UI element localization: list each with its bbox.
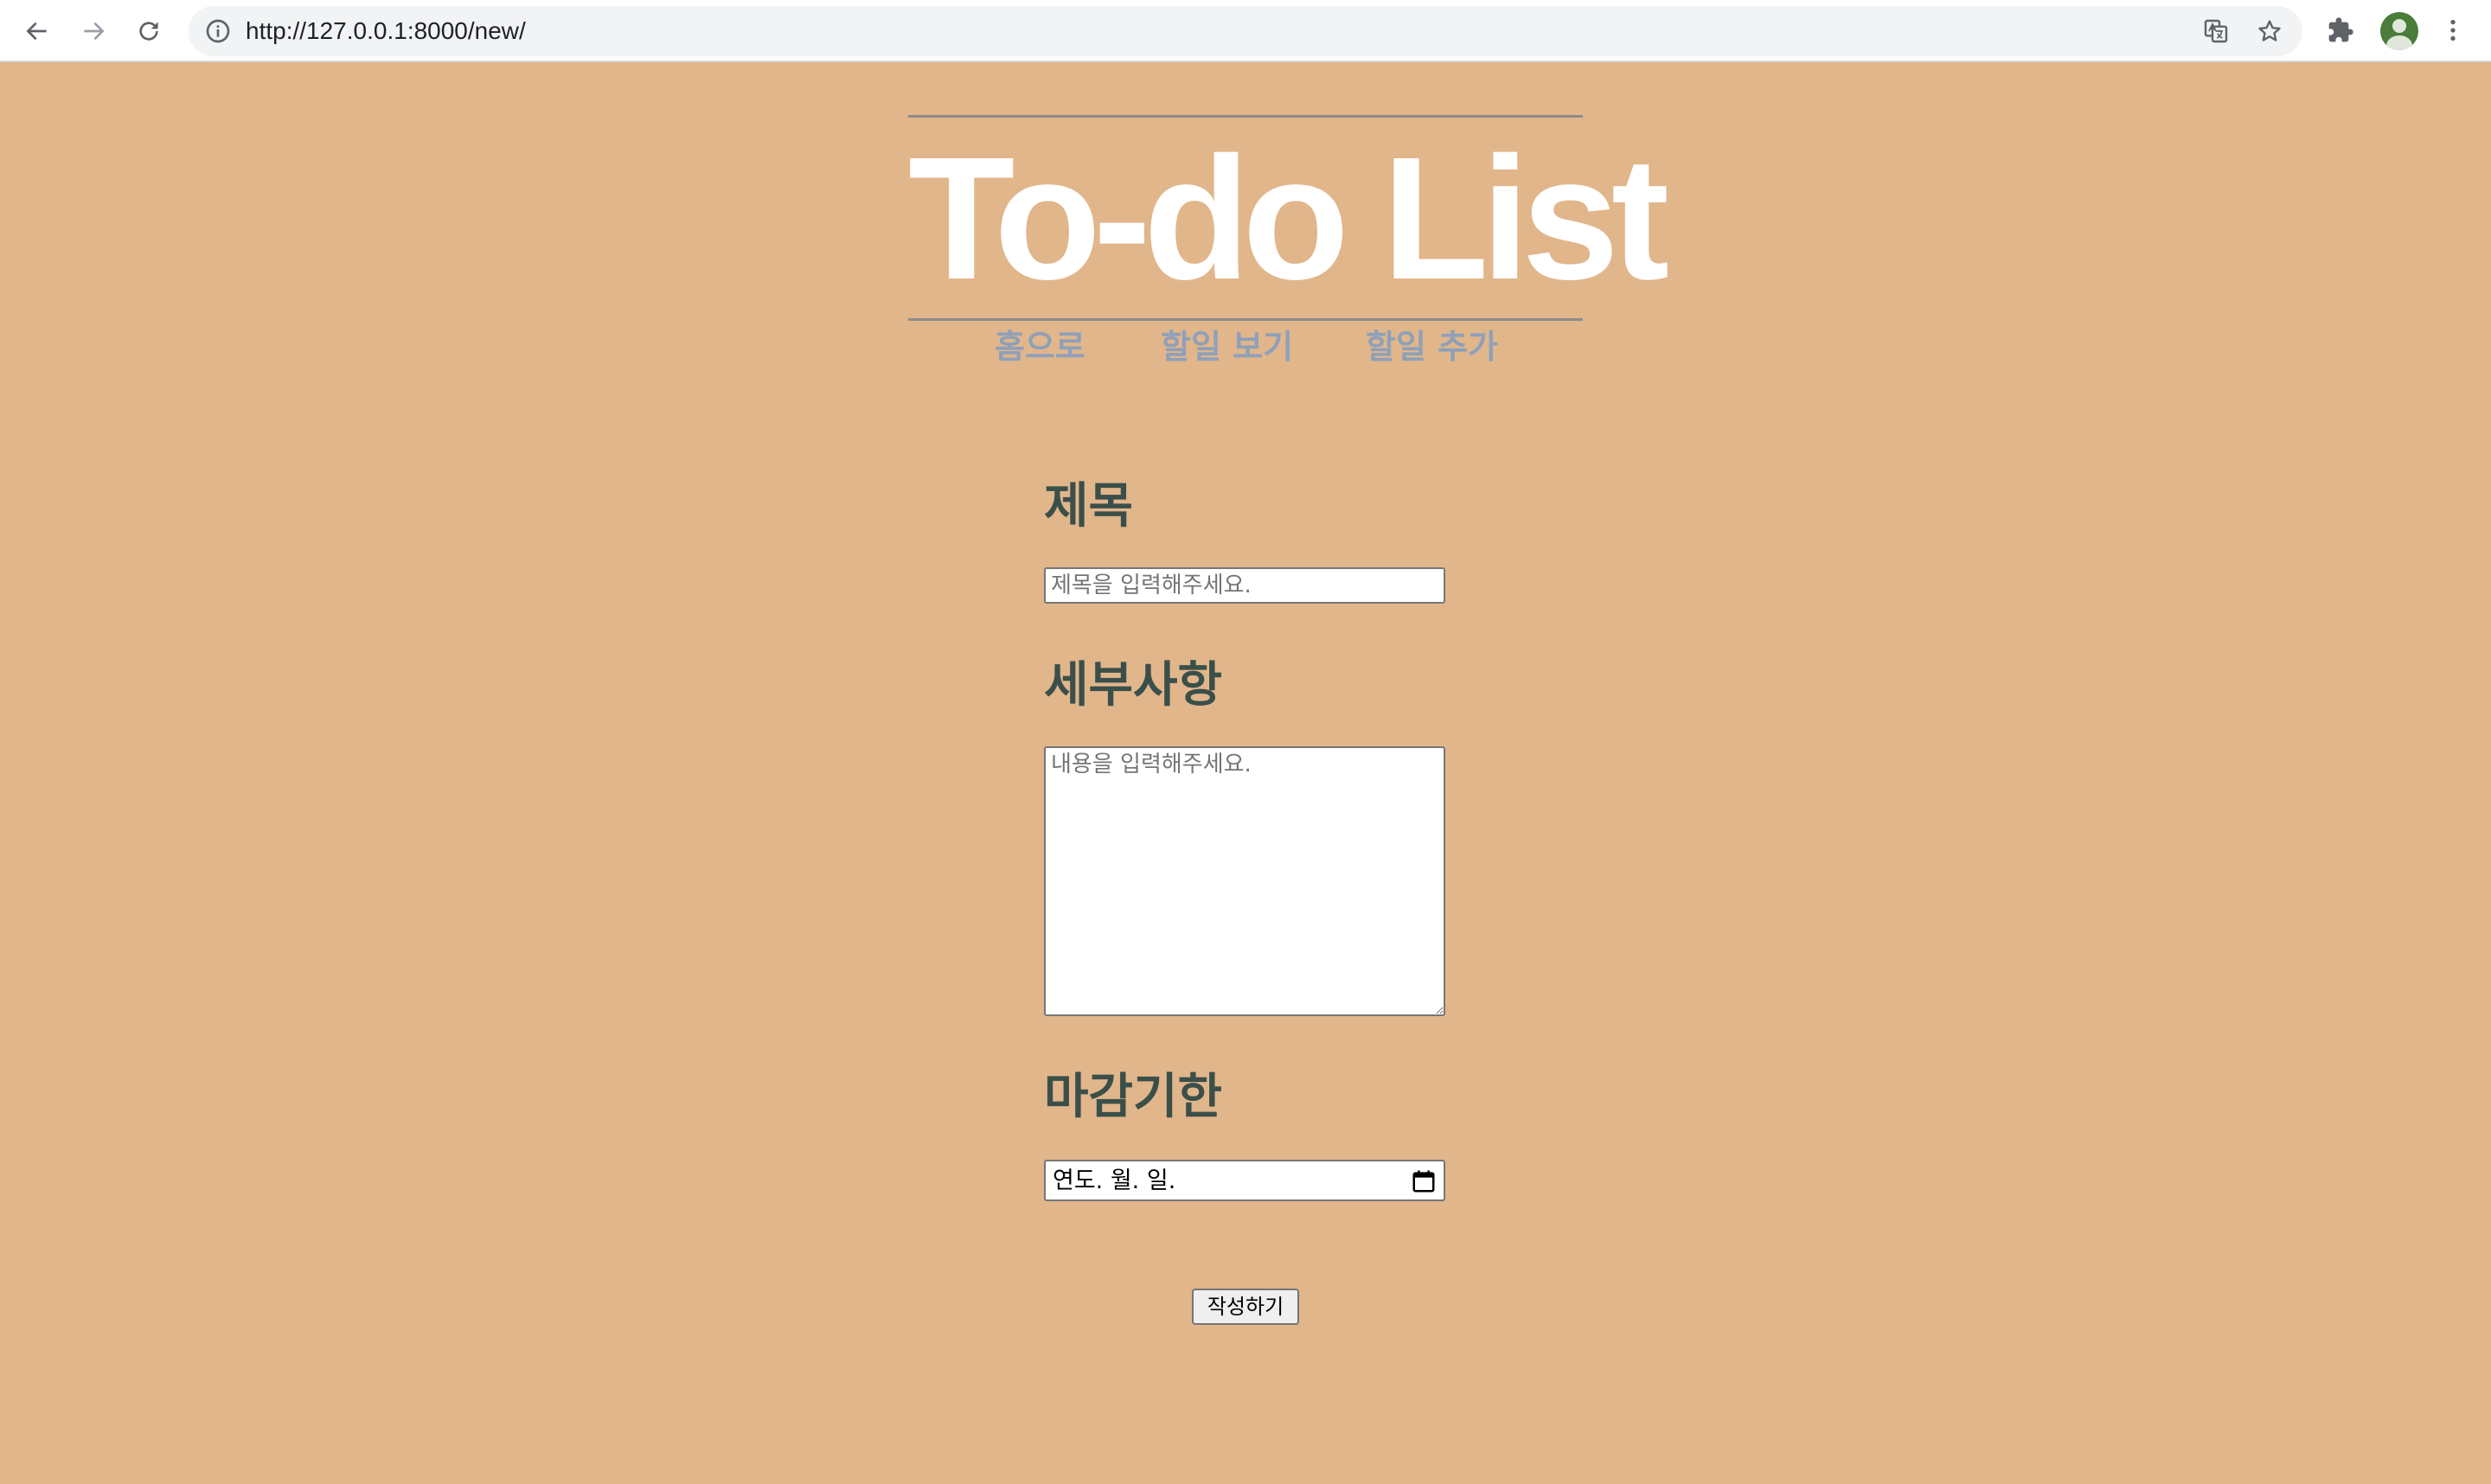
title-input[interactable]	[1044, 567, 1445, 604]
nav-link-add-todo[interactable]: 할일 추가	[1366, 323, 1498, 371]
deadline-label: 마감기한	[1044, 1069, 1223, 1125]
forward-button[interactable]	[76, 14, 111, 48]
reload-icon	[139, 22, 158, 41]
more-menu-icon[interactable]	[2439, 16, 2467, 44]
calendar-icon[interactable]	[1411, 1168, 1437, 1194]
title-label: 제목	[1044, 478, 1134, 534]
nav-link-view-todos[interactable]: 할일 보기	[1161, 323, 1293, 371]
profile-avatar[interactable]	[2380, 12, 2418, 50]
main-nav: 홈으로 할일 보기 할일 추가	[908, 323, 1583, 371]
nav-link-home[interactable]: 홈으로	[995, 323, 1085, 371]
url-text[interactable]: http://127.0.0.1:8000/new/	[246, 17, 526, 45]
header-bottom-rule	[908, 318, 1583, 321]
avatar-head	[2392, 19, 2406, 33]
arrow-right-icon	[84, 22, 105, 41]
browser-toolbar: http://127.0.0.1:8000/new/	[0, 0, 2491, 62]
site-header: To-do List 홈으로 할일 보기 할일 추가	[908, 115, 1669, 366]
back-button[interactable]	[20, 14, 54, 48]
reload-button[interactable]	[131, 14, 166, 48]
detail-textarea[interactable]	[1044, 746, 1445, 1016]
translate-icon[interactable]	[2202, 17, 2230, 45]
address-bar[interactable]: http://127.0.0.1:8000/new/	[189, 6, 2302, 56]
deadline-date-input[interactable]: 연도. 월. 일.	[1044, 1160, 1445, 1201]
avatar-shoulders	[2386, 35, 2412, 50]
submit-button[interactable]: 작성하기	[1192, 1289, 1299, 1325]
arrow-left-icon	[26, 22, 47, 41]
detail-label: 세부사항	[1044, 657, 1223, 713]
info-icon[interactable]	[204, 17, 232, 45]
deadline-date-text[interactable]: 연도. 월. 일.	[1053, 1167, 1175, 1196]
extensions-puzzle-icon[interactable]	[2327, 16, 2354, 44]
site-title: To-do List	[908, 120, 1669, 316]
bookmark-star-icon[interactable]	[2256, 17, 2283, 45]
